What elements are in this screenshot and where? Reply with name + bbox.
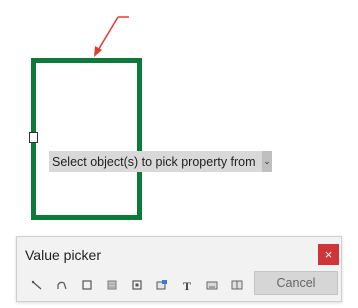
chevron-down-icon[interactable]: ⌄ (262, 151, 272, 172)
svg-text:T: T (182, 279, 190, 291)
canvas: Select object(s) to pick property from ⌄ (0, 0, 358, 232)
close-button[interactable]: × (318, 244, 339, 265)
pick-property-tooltip: Select object(s) to pick property from ⌄ (49, 151, 272, 172)
text-tool-icon[interactable]: T (174, 277, 199, 293)
rectangle-tool-icon[interactable] (74, 277, 99, 293)
line-tool-icon[interactable] (24, 277, 49, 293)
shape-tool-icon[interactable] (124, 277, 149, 293)
tooltip-label: Select object(s) to pick property from (52, 154, 256, 169)
fill-tool-icon[interactable] (99, 277, 124, 293)
selected-shape[interactable] (31, 58, 142, 220)
value-picker-dialog: Value picker × T Cancel (16, 236, 342, 302)
image-tool-icon[interactable] (149, 277, 174, 293)
curve-tool-icon[interactable] (49, 277, 74, 293)
dialog-title: Value picker (25, 247, 102, 263)
keyboard-tool-icon[interactable] (199, 277, 224, 293)
toolbar: T (24, 277, 249, 293)
book-tool-icon[interactable] (224, 277, 249, 293)
resize-handle[interactable] (29, 132, 38, 143)
cancel-button[interactable]: Cancel (254, 271, 338, 295)
